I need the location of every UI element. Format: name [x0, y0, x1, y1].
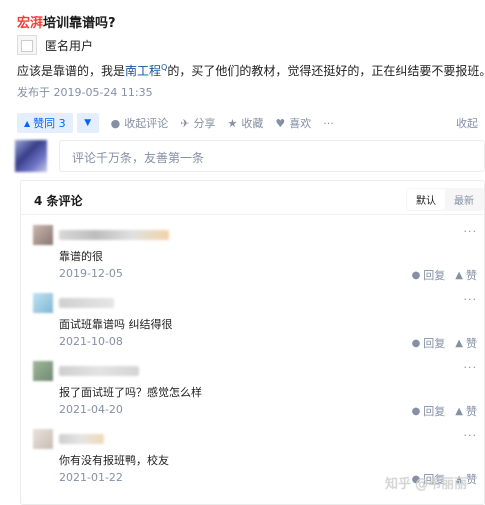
reply-icon: ● — [411, 337, 421, 349]
commenter-name-blurred[interactable] — [59, 230, 169, 240]
comments-panel: 4 条评论 默认 最新 ··· 靠谱的很 2019-12-05 ● 回复 ▲ 赞 ·… — [20, 180, 485, 505]
question-title[interactable]: 宏湃培训靠谱吗? — [17, 12, 116, 31]
comment-more-button[interactable]: ··· — [464, 293, 478, 306]
commenter-avatar[interactable] — [33, 293, 53, 313]
commenter-avatar[interactable] — [33, 429, 53, 449]
thumbs-up-icon: ▲ — [455, 269, 463, 281]
share-icon: ✈ — [180, 116, 190, 130]
commenter-avatar[interactable] — [33, 225, 53, 245]
comment-text: 面试班靠谱吗 纠结得很 — [59, 318, 173, 331]
anonymous-avatar[interactable] — [17, 35, 37, 55]
comment-icon: ● — [110, 116, 121, 130]
current-user-avatar[interactable] — [15, 140, 47, 172]
answer-text-part: 的，买了他们的教材，觉得还挺好的，正在纠结要不要报班。。 — [167, 64, 485, 78]
reply-button[interactable]: ● 回复 — [412, 267, 446, 283]
comment-date: 2019-12-05 — [59, 267, 123, 280]
sort-default-button[interactable]: 默认 — [407, 189, 445, 210]
comment-count: 4 条评论 — [34, 194, 83, 208]
commenter-name-blurred[interactable] — [59, 298, 114, 308]
comment-ops: ● 回复 ▲ 赞 — [402, 403, 477, 419]
question-highlight: 宏湃 — [17, 16, 44, 31]
collapse-comments-label: 收起评论 — [124, 117, 169, 130]
sort-latest-button[interactable]: 最新 — [445, 189, 483, 210]
comment-item: ··· 靠谱的很 2019-12-05 ● 回复 ▲ 赞 — [33, 225, 485, 287]
publish-time: 发布于 2019-05-24 11:35 — [17, 86, 153, 99]
like-comment-label: 赞 — [466, 337, 477, 350]
reply-button[interactable]: ● 回复 — [412, 335, 446, 351]
like-comment-button[interactable]: ▲ 赞 — [455, 267, 477, 283]
comment-text: 你有没有报班鸭，校友 — [59, 454, 169, 467]
reply-label: 回复 — [423, 405, 446, 418]
comment-text: 靠谱的很 — [59, 250, 103, 263]
thumbs-up-icon: ▲ — [455, 405, 463, 417]
like-comment-button[interactable]: ▲ 赞 — [455, 335, 477, 351]
comment-ops: ● 回复 ▲ 赞 — [402, 335, 477, 351]
like-button[interactable]: ♥ 喜欢 — [275, 115, 311, 131]
reply-icon: ● — [411, 269, 421, 281]
question-text: 培训靠谱吗? — [43, 16, 116, 31]
comment-date: 2021-10-08 — [59, 335, 123, 348]
share-label: 分享 — [193, 117, 216, 130]
like-comment-button[interactable]: ▲ 赞 — [455, 403, 477, 419]
comment-input[interactable]: 评论千万条，友善第一条 — [59, 140, 485, 172]
author-info: 匿名用户 — [17, 35, 93, 55]
comment-item: ··· 面试班靠谱吗 纠结得很 2021-10-08 ● 回复 ▲ 赞 — [33, 293, 485, 355]
favorite-label: 收藏 — [241, 117, 264, 130]
comment-more-button[interactable]: ··· — [464, 429, 478, 442]
answer-text-part: 应该是靠谱的，我是 — [17, 64, 126, 78]
triangle-up-icon: ▲ — [24, 118, 31, 128]
heart-icon: ♥ — [275, 116, 286, 130]
answer-content: 应该是靠谱的，我是南工程Q的，买了他们的教材，觉得还挺好的，正在纠结要不要报班。… — [17, 62, 485, 79]
like-comment-label: 赞 — [466, 405, 477, 418]
reply-button[interactable]: ● 回复 — [412, 403, 446, 419]
comment-date: 2021-04-20 — [59, 403, 123, 416]
commenter-avatar[interactable] — [33, 361, 53, 381]
collapse-label: 收起 — [456, 117, 478, 130]
vote-down-button[interactable]: ▼ — [76, 113, 99, 133]
answer-link[interactable]: 南工程 — [125, 64, 161, 78]
vote-up-button[interactable]: ▲ 赞同 3 — [17, 113, 73, 133]
commenter-name-blurred[interactable] — [59, 366, 139, 376]
like-comment-label: 赞 — [466, 473, 477, 486]
action-bar: ▲ 赞同 3 ▼ ● 收起评论 ✈ 分享 ★ 收藏 ♥ 喜欢 ··· 收起 — [17, 112, 482, 134]
more-icon: ··· — [323, 116, 334, 130]
favorite-button[interactable]: ★ 收藏 — [227, 115, 263, 131]
like-label: 喜欢 — [289, 117, 312, 130]
share-button[interactable]: ✈ 分享 — [180, 115, 215, 131]
reply-icon: ● — [411, 405, 421, 417]
more-button[interactable]: ··· — [323, 117, 334, 130]
like-comment-label: 赞 — [466, 269, 477, 282]
triangle-down-icon: ▼ — [84, 118, 92, 128]
comment-more-button[interactable]: ··· — [464, 225, 478, 238]
comment-ops: ● 回复 ▲ 赞 — [402, 267, 477, 283]
sort-toggle: 默认 最新 — [406, 188, 484, 211]
commenter-name-blurred[interactable] — [59, 434, 104, 444]
comment-item: ··· 报了面试班了吗？感觉怎么样 2021-04-20 ● 回复 ▲ 赞 — [33, 361, 485, 423]
comment-date: 2021-01-22 — [59, 471, 123, 484]
comment-composer: 评论千万条，友善第一条 — [15, 140, 485, 172]
reply-label: 回复 — [423, 269, 446, 282]
comment-more-button[interactable]: ··· — [464, 361, 478, 374]
collapse-answer-button[interactable]: 收起 — [456, 115, 478, 131]
comments-header: 4 条评论 默认 最新 — [21, 181, 484, 215]
watermark: 知乎 @韦丽丽 — [385, 477, 468, 492]
reply-label: 回复 — [423, 337, 446, 350]
collapse-comments-button[interactable]: ● 收起评论 — [111, 115, 169, 131]
author-name: 匿名用户 — [45, 38, 94, 53]
star-icon: ★ — [227, 116, 238, 130]
comment-text: 报了面试班了吗？感觉怎么样 — [59, 386, 202, 399]
vote-up-label: 赞同 3 — [33, 117, 66, 130]
thumbs-up-icon: ▲ — [455, 337, 463, 349]
